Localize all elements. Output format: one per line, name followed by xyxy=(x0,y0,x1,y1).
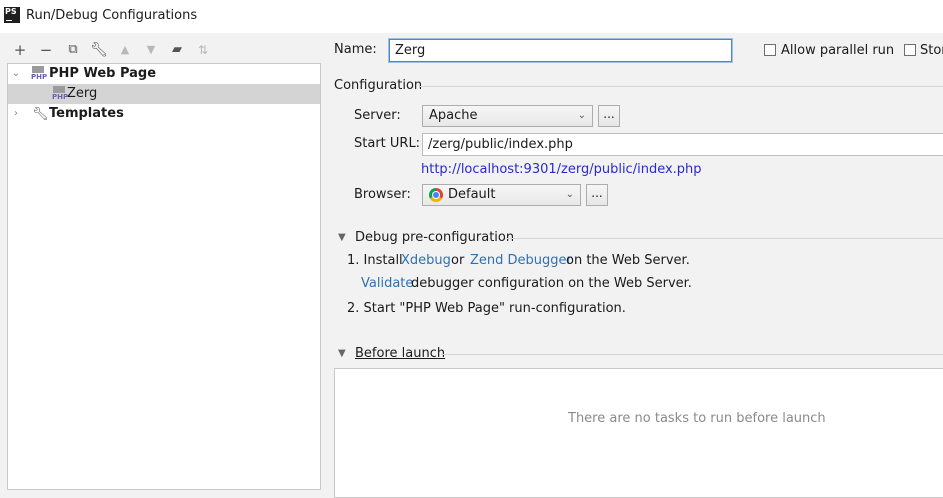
server-value: Apache xyxy=(429,108,478,123)
wrench-icon: 🔧︎ xyxy=(32,107,49,122)
debug-separator xyxy=(506,238,943,239)
name-label: Name: xyxy=(334,42,377,57)
debug-step1-suffix: on the Web Server. xyxy=(566,253,690,268)
xdebug-link[interactable]: Xdebug xyxy=(401,253,451,268)
configuration-separator xyxy=(420,86,943,87)
before-launch-separator xyxy=(441,354,943,355)
browser-browse-button[interactable]: ... xyxy=(586,184,608,206)
browser-label: Browser: xyxy=(354,187,411,202)
store-checkbox[interactable] xyxy=(904,44,916,56)
php-icon: PHP xyxy=(52,86,68,102)
store-label[interactable]: Stor xyxy=(920,43,943,58)
php-icon: PHP xyxy=(31,66,47,82)
config-toolbar: + − ⧉ 🔧︎ ▲ ▼ ▰ ⇅ xyxy=(0,37,322,63)
move-up-icon[interactable]: ▲ xyxy=(116,41,134,59)
validate-link[interactable]: Validate xyxy=(361,276,413,291)
start-url-input[interactable]: /zerg/public/index.php xyxy=(422,133,943,156)
debug-preconfig-header[interactable]: Debug pre-configuration xyxy=(355,230,514,245)
remove-icon[interactable]: − xyxy=(37,41,55,59)
config-tree: ⌄ PHP PHP Web Page PHP Zerg › 🔧︎ Templat… xyxy=(7,63,321,490)
collapse-arrow-icon[interactable]: ▼ xyxy=(338,348,346,359)
start-url-label: Start URL: xyxy=(354,136,421,151)
chevron-right-icon[interactable]: › xyxy=(10,104,22,124)
move-down-icon[interactable]: ▼ xyxy=(142,41,160,59)
window-title: Run/Debug Configurations xyxy=(26,8,198,23)
server-select[interactable]: Apache ⌄ xyxy=(422,105,593,127)
chevron-down-icon: ⌄ xyxy=(577,110,586,121)
server-browse-button[interactable]: ... xyxy=(598,105,620,127)
allow-parallel-checkbox[interactable] xyxy=(764,44,776,56)
tree-item-zerg[interactable]: PHP Zerg xyxy=(8,84,320,104)
sort-icon[interactable]: ⇅ xyxy=(194,41,212,59)
chevron-down-icon: ⌄ xyxy=(565,189,574,200)
debug-step2: 2. Start "PHP Web Page" run-configuratio… xyxy=(347,301,626,316)
name-input[interactable]: Zerg xyxy=(389,39,732,62)
allow-parallel-label[interactable]: Allow parallel run xyxy=(781,43,894,58)
title-bar: PS Run/Debug Configurations xyxy=(0,0,943,33)
chrome-icon xyxy=(429,188,443,202)
chevron-down-icon[interactable]: ⌄ xyxy=(10,64,22,84)
tree-templates-label: Templates xyxy=(49,106,124,121)
tree-group-label: PHP Web Page xyxy=(49,66,157,81)
browser-value: Default xyxy=(448,187,496,202)
before-launch-task-list[interactable]: There are no tasks to run before launch xyxy=(334,368,943,498)
before-launch-header[interactable]: Before launch xyxy=(355,346,445,361)
wrench-icon[interactable]: 🔧︎ xyxy=(90,41,108,59)
browser-select[interactable]: Default ⌄ xyxy=(422,184,581,206)
zend-debugger-link[interactable]: Zend Debugger xyxy=(470,253,572,268)
empty-tasks-text: There are no tasks to run before launch xyxy=(568,411,826,426)
add-icon[interactable]: + xyxy=(11,41,29,59)
debug-or-text: or xyxy=(451,253,465,268)
resolved-url-link[interactable]: http://localhost:9301/zerg/public/index.… xyxy=(421,162,702,177)
tree-item-templates[interactable]: › 🔧︎ Templates xyxy=(8,104,320,124)
configuration-header: Configuration xyxy=(334,78,423,93)
tree-item-php-web-page[interactable]: ⌄ PHP PHP Web Page xyxy=(8,64,320,84)
copy-icon[interactable]: ⧉ xyxy=(64,41,82,59)
validate-suffix: debugger configuration on the Web Server… xyxy=(411,276,692,291)
tree-child-label: Zerg xyxy=(67,86,98,101)
phpstorm-logo-icon: PS xyxy=(4,7,20,23)
folder-icon[interactable]: ▰ xyxy=(168,41,186,59)
server-label: Server: xyxy=(354,108,401,123)
debug-step1-prefix: 1. Install xyxy=(347,253,403,268)
collapse-arrow-icon[interactable]: ▼ xyxy=(338,232,346,243)
